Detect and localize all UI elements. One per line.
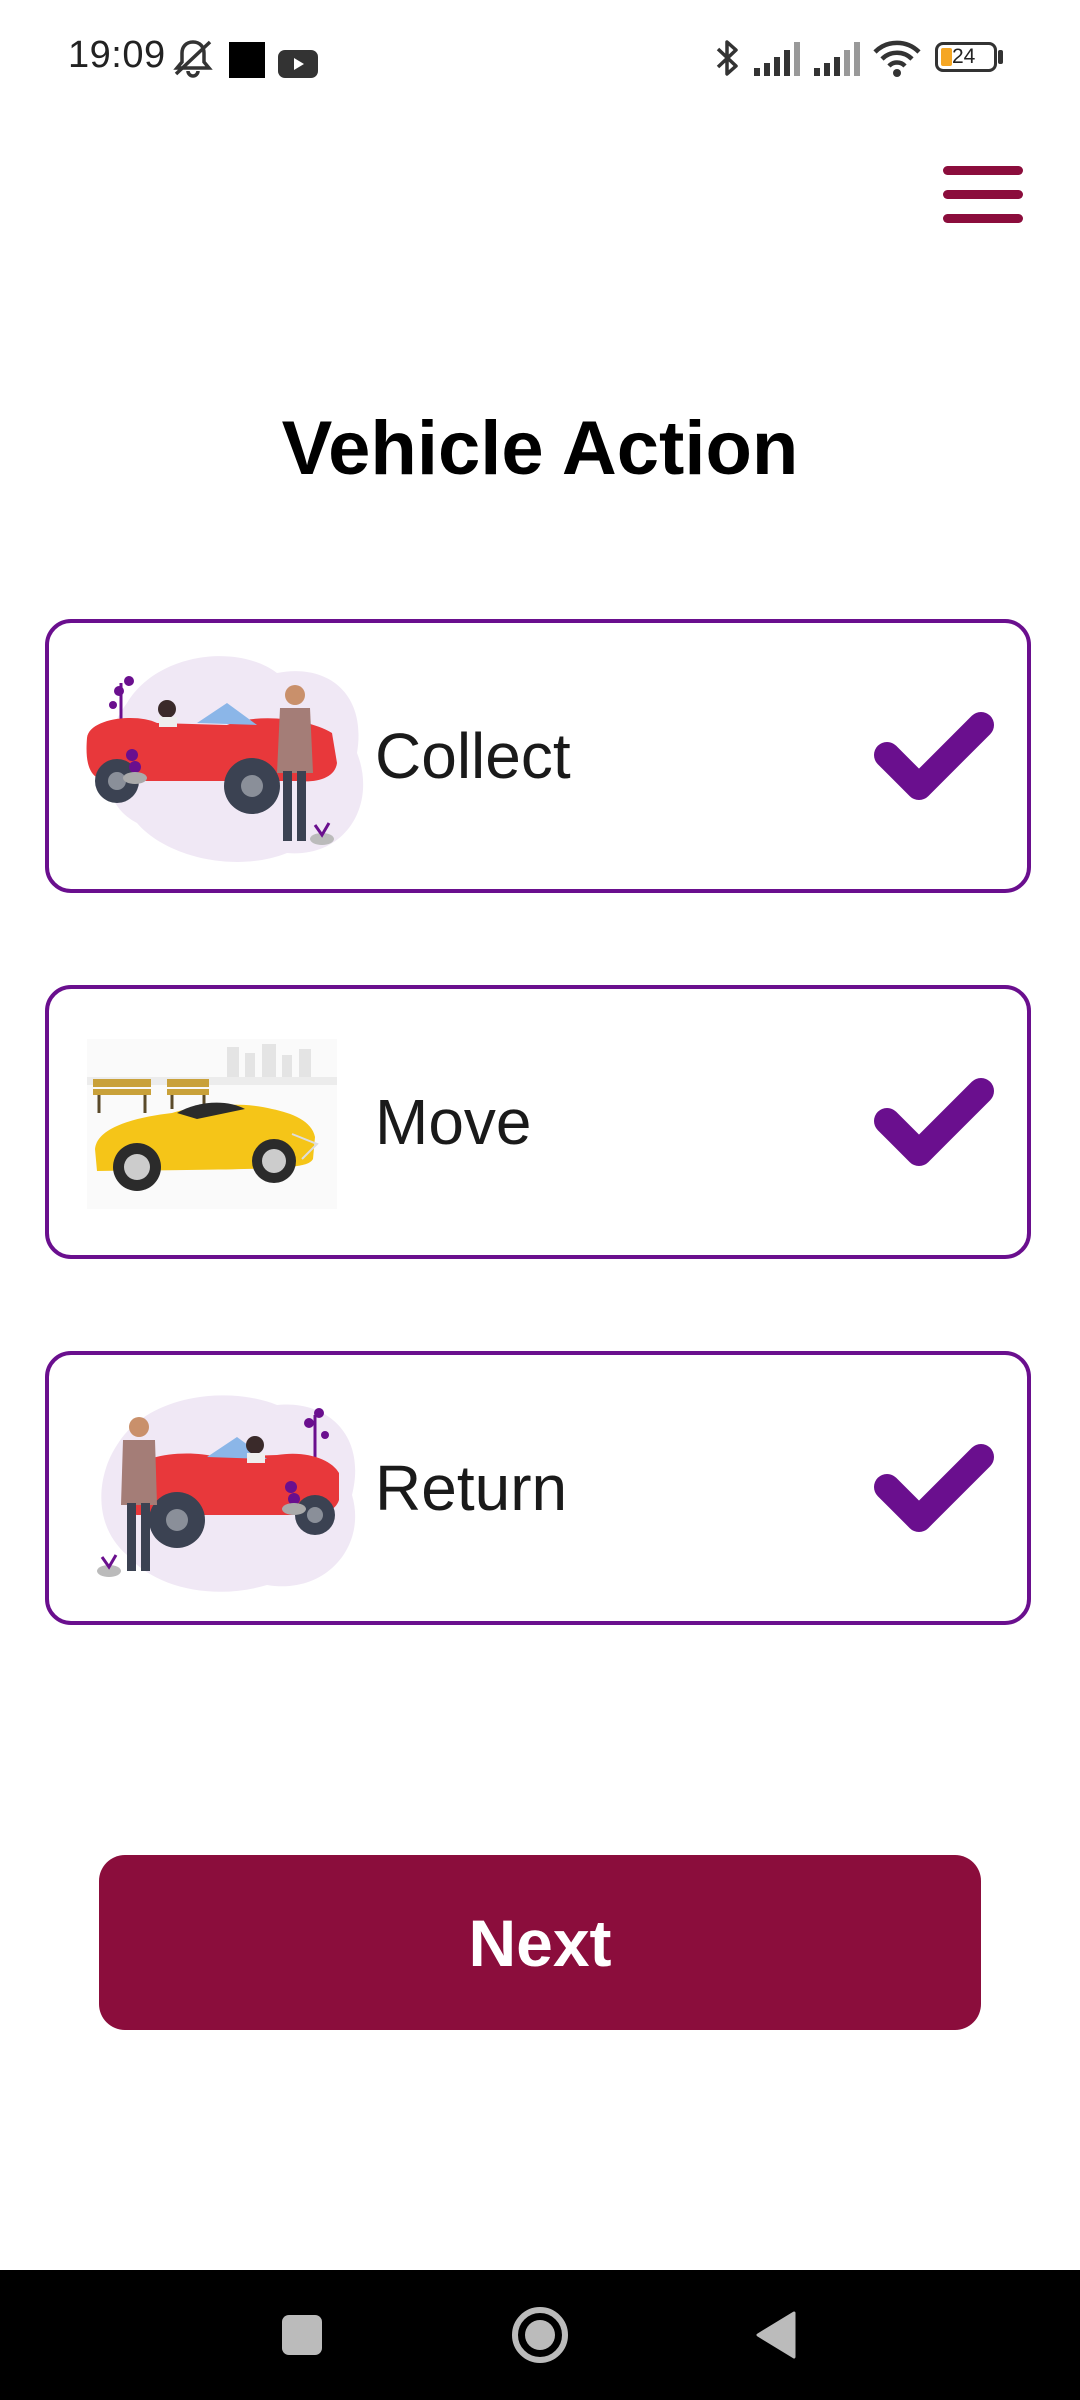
home-circle-icon[interactable] xyxy=(510,2305,570,2365)
battery-icon: 24 xyxy=(935,42,997,72)
signal-icon-2 xyxy=(814,42,860,76)
app-square-icon xyxy=(229,42,265,78)
collect-illustration xyxy=(86,656,364,862)
move-option-card[interactable]: Move xyxy=(45,985,1031,1259)
battery-tip xyxy=(998,50,1003,64)
return-option-card[interactable]: Return xyxy=(45,1351,1031,1625)
status-time: 19:09 xyxy=(68,34,166,76)
wifi-icon xyxy=(873,40,921,77)
move-illustration xyxy=(87,1039,337,1209)
check-icon xyxy=(874,1444,994,1532)
system-nav-bar xyxy=(0,2270,1080,2400)
return-label: Return xyxy=(375,1452,568,1524)
youtube-icon xyxy=(278,50,318,78)
check-icon xyxy=(874,1078,994,1166)
mute-icon xyxy=(173,40,213,78)
recents-square-icon[interactable] xyxy=(280,2313,324,2357)
signal-icon xyxy=(754,42,800,76)
status-bar: 19:09 24 xyxy=(0,0,1080,118)
check-icon xyxy=(874,712,994,800)
back-triangle-icon[interactable] xyxy=(754,2310,798,2360)
bluetooth-icon xyxy=(716,40,738,76)
battery-level: 24 xyxy=(952,45,976,68)
move-label: Move xyxy=(375,1086,532,1158)
collect-option-card[interactable]: Collect xyxy=(45,619,1031,893)
page-title: Vehicle Action xyxy=(281,406,799,491)
collect-label: Collect xyxy=(375,720,571,792)
return-illustration xyxy=(97,1395,356,1592)
hamburger-menu-icon[interactable] xyxy=(938,160,1024,232)
next-button[interactable]: Next xyxy=(99,1855,981,2030)
